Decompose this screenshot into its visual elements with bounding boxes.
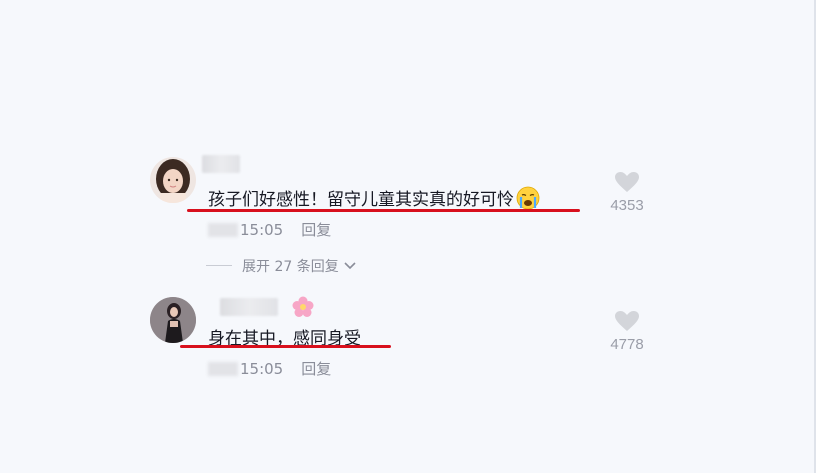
like-count: 4353 xyxy=(610,197,644,214)
comment-item: 孩子们好感性！留守儿童其实真的好可怜 15:05 回复 展开 27 条回复 435… xyxy=(150,155,670,285)
comment-meta: 15:05 回复 xyxy=(208,219,331,240)
avatar[interactable] xyxy=(150,157,196,203)
reply-button[interactable]: 回复 xyxy=(301,221,331,239)
username-blurred[interactable] xyxy=(220,298,278,316)
reply-button[interactable]: 回复 xyxy=(301,360,331,378)
expand-replies-label: 展开 27 条回复 xyxy=(242,259,339,275)
comment-meta: 15:05 回复 xyxy=(208,358,331,379)
like-button[interactable]: 4353 xyxy=(597,171,657,214)
location-blurred xyxy=(208,362,238,376)
comment-time: 15:05 xyxy=(240,221,284,239)
divider-dash xyxy=(206,265,232,266)
heart-icon xyxy=(615,311,639,331)
expand-replies-button[interactable]: 展开 27 条回复 xyxy=(206,256,357,276)
pink-flower-icon xyxy=(292,296,314,322)
highlight-underline xyxy=(180,345,391,348)
like-button[interactable]: 4778 xyxy=(597,310,657,353)
location-blurred xyxy=(208,223,238,237)
username-blurred[interactable] xyxy=(202,155,240,173)
like-count: 4778 xyxy=(610,336,644,353)
heart-icon xyxy=(615,172,639,192)
avatar[interactable] xyxy=(150,297,196,343)
chevron-down-icon xyxy=(343,259,357,275)
comment-item: 身在其中，感同身受 15:05 回复 4778 xyxy=(150,296,670,386)
comment-time: 15:05 xyxy=(240,360,284,378)
highlight-underline xyxy=(187,209,580,212)
